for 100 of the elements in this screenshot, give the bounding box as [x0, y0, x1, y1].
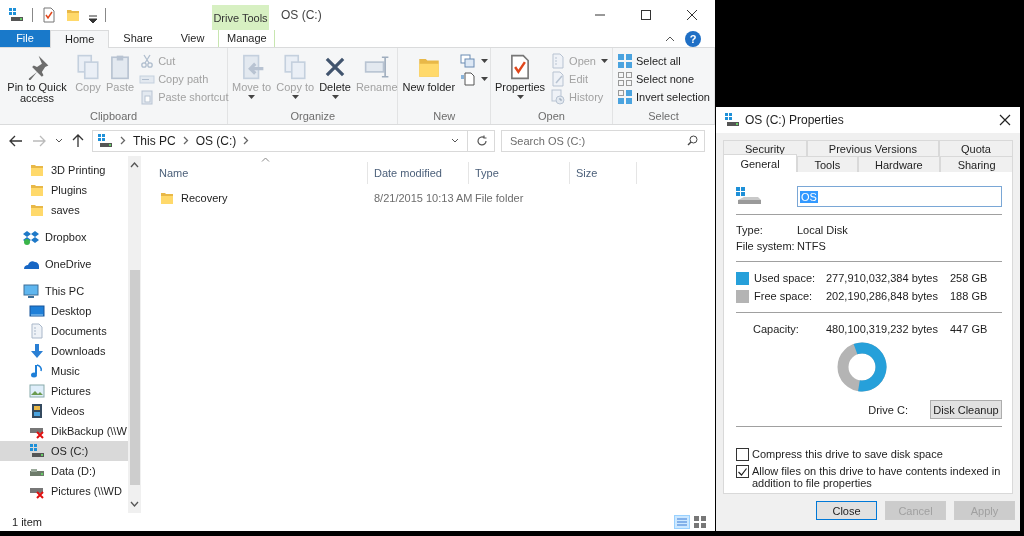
nav-item[interactable]: Plugins — [0, 180, 128, 200]
landscape-icon — [29, 383, 45, 399]
music-note-icon — [29, 363, 45, 379]
nav-item[interactable]: This PC — [0, 281, 128, 301]
collapse-ribbon-icon[interactable] — [665, 35, 675, 42]
ribbon-button[interactable]: Properties — [492, 50, 548, 99]
close-icon[interactable] — [999, 114, 1011, 126]
ribbon-button[interactable]: New folder — [400, 50, 458, 93]
column-header[interactable]: Size — [570, 162, 637, 184]
back-icon[interactable] — [9, 134, 23, 147]
nav-item[interactable]: Pictures — [0, 381, 128, 401]
dialog-button[interactable]: Close — [816, 501, 877, 520]
checkmark-page-icon[interactable] — [41, 7, 57, 23]
ribbon-tab[interactable]: View — [166, 30, 219, 47]
ribbon-button[interactable]: Select none — [615, 70, 712, 88]
folder-icon — [159, 190, 175, 206]
checkmark-icon — [738, 467, 747, 476]
dropbox-icon — [23, 229, 39, 245]
checkbox[interactable] — [736, 465, 749, 478]
clock-icon — [550, 89, 567, 105]
nav-item[interactable]: OS (C:) — [0, 441, 128, 461]
help-button[interactable]: ? — [685, 30, 701, 47]
column-header[interactable]: Type — [469, 162, 570, 184]
ribbon-tab[interactable]: Manage — [218, 30, 276, 47]
ribbon-button[interactable]: Invert selection — [615, 88, 712, 106]
ribbon-button[interactable] — [458, 52, 491, 70]
nav-item[interactable]: Desktop — [0, 301, 128, 321]
drive-icon — [736, 186, 762, 207]
folder-icon — [29, 162, 45, 178]
up-arrow-icon[interactable] — [72, 133, 84, 148]
file-menu-tab[interactable]: File — [0, 30, 50, 47]
size-value: 258 GB — [950, 272, 988, 284]
drive-icon — [29, 443, 45, 459]
pages-icon — [75, 54, 101, 80]
ribbon-button[interactable]: Delete — [317, 50, 353, 99]
address-bar[interactable]: This PC OS (C:) — [92, 129, 495, 152]
dropdown-icon[interactable] — [451, 138, 459, 143]
dialog-tab[interactable]: Previous Versions — [806, 140, 939, 156]
dialog-tab[interactable]: Quota — [938, 140, 1013, 156]
scroll-thumb[interactable] — [129, 270, 140, 485]
column-header[interactable]: Date modified — [368, 162, 469, 184]
group-label: Open — [537, 110, 566, 124]
nav-item[interactable]: 3D Printing — [0, 160, 128, 180]
disk-cleanup-button[interactable]: Disk Cleanup — [930, 400, 1002, 419]
recent-dropdown-icon[interactable] — [55, 138, 63, 143]
ribbon-button[interactable] — [458, 70, 491, 88]
dialog-tab[interactable]: Hardware — [857, 156, 941, 172]
ribbon-tab[interactable]: Home — [50, 30, 110, 48]
close-icon — [686, 10, 698, 20]
film-icon — [29, 403, 45, 419]
space-label: Used space: — [754, 272, 817, 284]
text-cursor-icon — [363, 54, 390, 80]
nav-item[interactable]: DikBackup (\\W — [0, 421, 128, 441]
large-icons-view-icon[interactable] — [693, 515, 707, 529]
nav-item[interactable]: Videos — [0, 401, 128, 421]
breadcrumb[interactable]: OS (C:) — [195, 133, 237, 148]
nav-item[interactable]: Pictures (\\WD — [0, 481, 128, 501]
nav-item[interactable]: Dropbox — [0, 227, 128, 247]
chevron-icon — [120, 136, 126, 145]
column-header[interactable]: Name — [153, 162, 368, 184]
grid-icon — [617, 53, 633, 69]
nav-item[interactable]: Data (D:) — [0, 461, 128, 481]
breadcrumb[interactable]: This PC — [133, 133, 176, 148]
size-value: 447 GB — [950, 323, 988, 335]
monitor-icon — [29, 303, 45, 319]
drive-icon — [724, 112, 740, 128]
sort-caret-icon — [261, 157, 270, 162]
refresh-icon[interactable] — [476, 134, 488, 147]
search-field[interactable]: Search OS (C:) — [501, 129, 705, 152]
document-icon — [29, 323, 45, 339]
page-icon — [460, 71, 477, 87]
checkbox[interactable] — [736, 448, 749, 461]
nav-item[interactable]: Downloads — [0, 341, 128, 361]
pencil-page-icon — [550, 71, 567, 87]
dialog-tab[interactable]: Sharing — [940, 156, 1013, 172]
folder-icon — [29, 182, 45, 198]
scroll-down-icon[interactable] — [130, 501, 139, 507]
nav-item[interactable]: OneDrive — [0, 254, 128, 274]
byte-count: 202,190,286,848 bytes — [826, 290, 939, 302]
file-name[interactable]: Recovery — [181, 192, 228, 204]
group-label: Clipboard — [89, 110, 139, 124]
folder-icon — [29, 202, 45, 218]
ribbon-button[interactable]: Pin to Quick access — [2, 50, 72, 104]
dropdown-icon[interactable] — [89, 15, 97, 23]
nav-item[interactable]: Documents — [0, 321, 128, 341]
window-title: OS (C:) — [281, 8, 322, 22]
scroll-up-icon[interactable] — [130, 162, 139, 168]
dialog-tab[interactable]: Tools — [797, 156, 858, 172]
nav-item[interactable]: saves — [0, 200, 128, 220]
ribbon-button[interactable]: Select all — [615, 52, 712, 70]
field-label: Type: — [736, 224, 764, 236]
document-icon — [550, 53, 567, 69]
ribbon-tab[interactable]: Share — [109, 30, 167, 47]
scrollbar[interactable] — [128, 156, 141, 513]
nav-item[interactable]: Music — [0, 361, 128, 381]
group-label: Select — [647, 110, 680, 124]
dialog-tab[interactable]: General — [723, 154, 798, 172]
donut-drawing — [837, 342, 887, 392]
chevron-icon — [182, 136, 189, 145]
checkbox-label: Allow files on this drive to have contents indexed in addition to file properties — [752, 465, 1002, 489]
